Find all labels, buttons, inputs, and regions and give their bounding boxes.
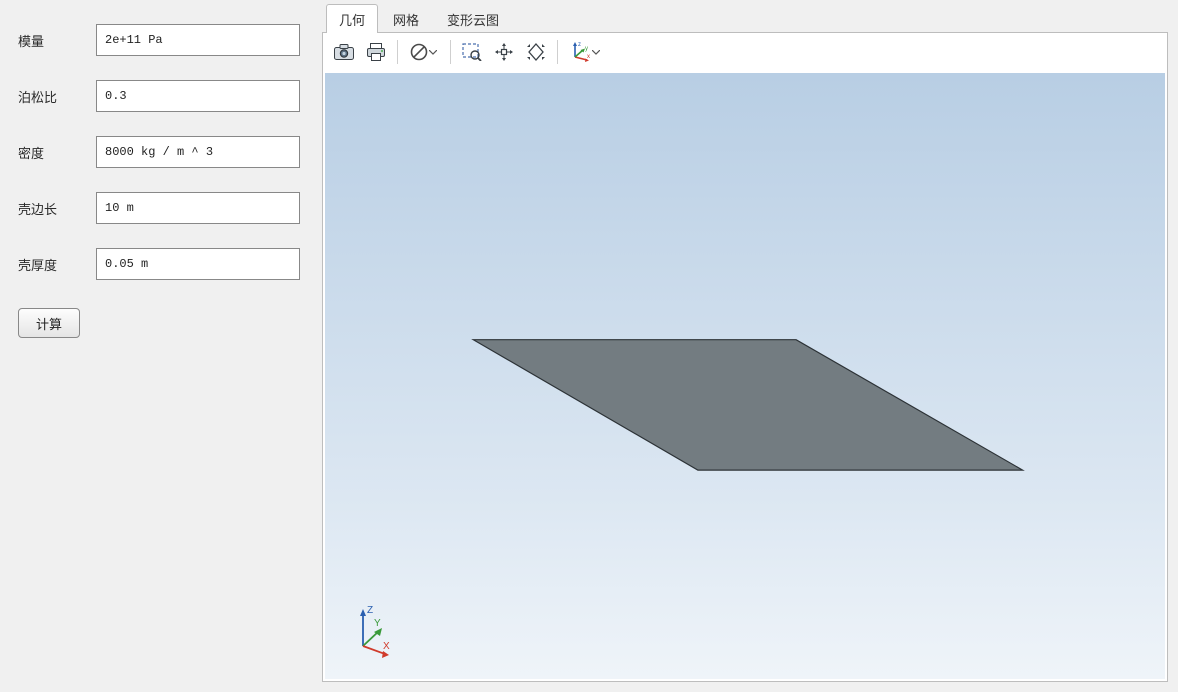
input-poisson[interactable] [96,80,300,112]
row-poisson: 泊松比 [18,80,300,112]
compute-button[interactable]: 计算 [18,308,80,338]
input-density[interactable] [96,136,300,168]
form-panel: 模量 泊松比 密度 壳边长 壳厚度 计算 [0,0,318,692]
axes-button[interactable]: z y x [564,37,606,67]
toolbar-separator-1 [397,40,398,64]
axes-icon: z y x [569,42,591,62]
pan-button[interactable] [489,37,519,67]
viewport-3d[interactable]: Z Y X [325,73,1165,679]
viewer-frame: z y x [322,32,1168,682]
label-density: 密度 [18,143,96,162]
orientation-triad: Z Y X [343,601,403,661]
zoom-box-button[interactable] [457,37,487,67]
app-root: 模量 泊松比 密度 壳边长 壳厚度 计算 几何 网格 变形云图 [0,0,1178,692]
chevron-down-icon [428,50,438,55]
svg-text:y: y [585,46,588,52]
fit-button[interactable] [521,37,551,67]
fit-icon [526,42,546,62]
label-thickness: 壳厚度 [18,255,96,274]
svg-text:z: z [578,42,581,48]
chevron-down-icon [591,50,601,55]
input-thickness[interactable] [96,248,300,280]
tab-deformation[interactable]: 变形云图 [434,4,512,33]
triad-x-label: X [383,641,390,652]
snapshot-icon [334,44,354,60]
triad-z-label: Z [367,605,373,616]
toolbar-separator-3 [557,40,558,64]
row-thickness: 壳厚度 [18,248,300,280]
row-edge-length: 壳边长 [18,192,300,224]
tab-mesh[interactable]: 网格 [380,4,432,33]
no-entry-button[interactable] [404,37,444,67]
content-panel: 几何 网格 变形云图 [318,0,1178,692]
no-entry-icon [410,43,428,61]
zoom-box-icon [462,43,482,61]
label-modulus: 模量 [18,31,96,50]
svg-text:x: x [587,54,590,60]
row-modulus: 模量 [18,24,300,56]
print-button[interactable] [361,37,391,67]
print-icon [366,43,386,61]
toolbar-separator-2 [450,40,451,64]
row-density: 密度 [18,136,300,168]
snapshot-button[interactable] [329,37,359,67]
pan-icon [494,42,514,62]
input-modulus[interactable] [96,24,300,56]
input-edge-length[interactable] [96,192,300,224]
label-poisson: 泊松比 [18,87,96,106]
tab-strip: 几何 网格 变形云图 [322,4,1168,32]
triad-y-label: Y [374,618,381,629]
tab-geometry[interactable]: 几何 [326,4,378,33]
label-edge-length: 壳边长 [18,199,96,218]
geometry-plate [325,73,1165,679]
viewer-toolbar: z y x [323,33,1167,71]
